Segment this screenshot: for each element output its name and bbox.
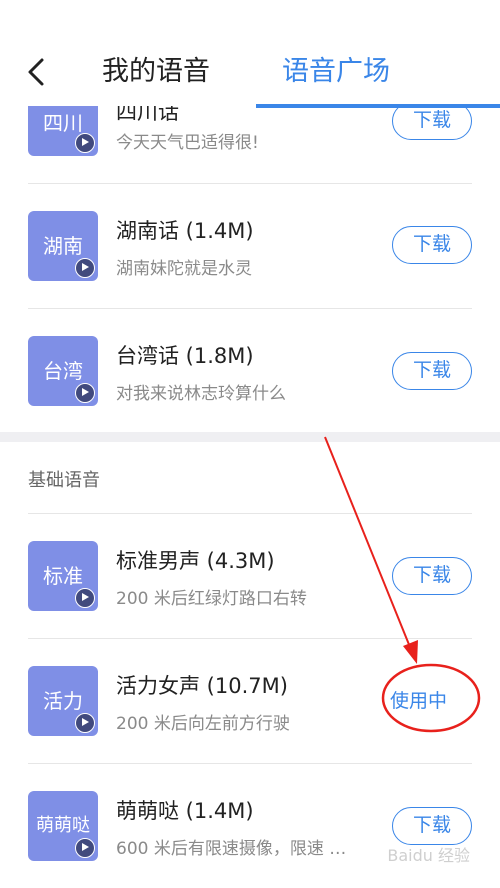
voice-thumbnail: 萌萌哒 xyxy=(28,791,98,861)
active-tab-indicator xyxy=(256,104,500,108)
back-chevron-icon[interactable] xyxy=(18,52,58,92)
voice-description: 600 米后有限速摄像，限速 … xyxy=(116,839,347,859)
voice-description: 今天天气巴适得很! xyxy=(116,133,259,153)
voice-description: 200 米后红绿灯路口右转 xyxy=(116,589,307,609)
dialect-thumbnail: 台湾 xyxy=(28,336,98,406)
voice-thumbnail: 标准 xyxy=(28,541,98,611)
thumbnail-label: 湖南 xyxy=(43,234,83,258)
voice-title: 湖南话 (1.4M) xyxy=(116,219,254,243)
voice-title: 萌萌哒 (1.4M) xyxy=(116,799,254,823)
section-separator xyxy=(0,432,500,442)
play-icon[interactable] xyxy=(75,713,95,733)
thumbnail-label: 四川 xyxy=(43,111,83,135)
watermark: Baidu 经验 xyxy=(387,846,470,865)
download-button[interactable]: 下载 xyxy=(392,807,472,845)
dialect-thumbnail: 湖南 xyxy=(28,211,98,281)
tab-voice-square[interactable]: 语音广场 xyxy=(282,52,390,92)
in-use-status: 使用中 xyxy=(390,690,448,712)
annotation-arrowhead xyxy=(403,640,418,664)
voice-description: 对我来说林志玲算什么 xyxy=(116,384,286,404)
play-icon[interactable] xyxy=(75,133,95,153)
divider xyxy=(28,638,472,639)
voice-title: 台湾话 (1.8M) xyxy=(116,344,254,368)
voice-description: 湖南妹陀就是水灵 xyxy=(116,259,252,279)
play-icon[interactable] xyxy=(75,258,95,278)
download-button[interactable]: 下载 xyxy=(392,557,472,595)
voice-title: 活力女声 (10.7M) xyxy=(116,674,288,698)
play-icon[interactable] xyxy=(75,588,95,608)
divider xyxy=(28,183,472,184)
voice-title: 标准男声 (4.3M) xyxy=(116,549,275,573)
tab-my-voices[interactable]: 我的语音 xyxy=(102,52,210,92)
thumbnail-label: 活力 xyxy=(43,689,83,713)
voice-thumbnail: 活力 xyxy=(28,666,98,736)
play-icon[interactable] xyxy=(75,383,95,403)
annotation-arrow-line xyxy=(324,436,413,653)
section-title: 基础语音 xyxy=(28,470,100,491)
divider xyxy=(28,763,472,764)
thumbnail-label: 萌萌哒 xyxy=(36,815,90,836)
voice-description: 200 米后向左前方行驶 xyxy=(116,714,290,734)
top-bar: 我的语音 语音广场 xyxy=(0,0,500,108)
thumbnail-label: 台湾 xyxy=(43,359,83,383)
play-icon[interactable] xyxy=(75,838,95,858)
thumbnail-label: 标准 xyxy=(43,564,83,588)
download-button[interactable]: 下载 xyxy=(392,226,472,264)
divider xyxy=(28,308,472,309)
divider xyxy=(28,513,472,514)
download-button[interactable]: 下载 xyxy=(392,352,472,390)
